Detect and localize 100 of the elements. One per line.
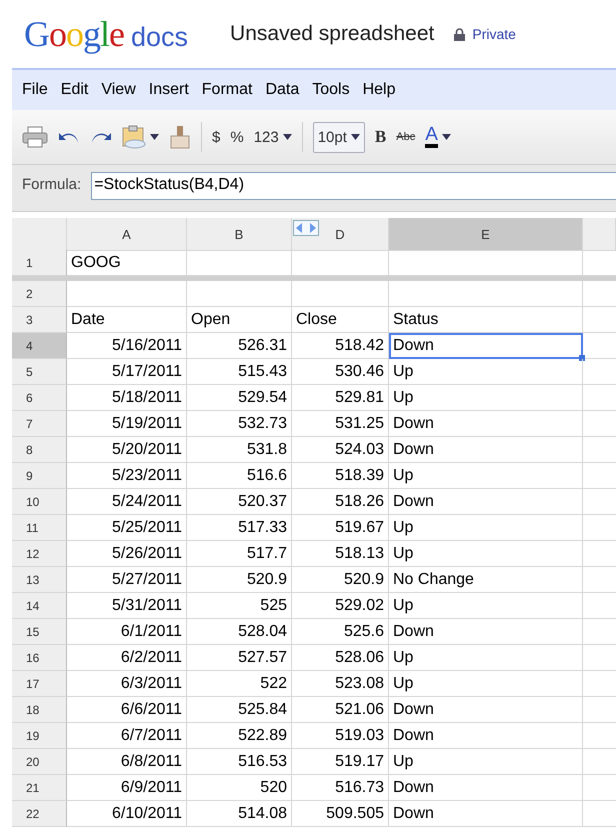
table-cell[interactable]: 525.6 xyxy=(292,619,389,645)
table-cell[interactable]: 523.08 xyxy=(292,671,389,697)
table-cell[interactable] xyxy=(67,281,187,307)
table-cell[interactable]: Open xyxy=(187,307,292,333)
row-header[interactable]: 10 xyxy=(12,489,67,515)
table-cell[interactable]: 520.9 xyxy=(292,567,389,593)
column-header[interactable]: B xyxy=(187,218,292,251)
table-cell[interactable]: Down xyxy=(389,801,583,827)
table-cell[interactable]: 529.81 xyxy=(292,385,389,411)
table-cell[interactable]: 530.46 xyxy=(292,359,389,385)
table-cell[interactable]: 5/18/2011 xyxy=(67,385,187,411)
table-cell[interactable]: Date xyxy=(67,307,187,333)
percent-button[interactable]: % xyxy=(230,128,244,146)
table-cell[interactable]: 6/3/2011 xyxy=(67,671,187,697)
table-cell[interactable]: Down xyxy=(389,619,583,645)
document-title[interactable]: Unsaved spreadsheet xyxy=(230,22,434,46)
table-cell[interactable]: 531.8 xyxy=(187,437,292,463)
table-cell[interactable]: 518.42 xyxy=(292,333,389,359)
table-cell[interactable]: Up xyxy=(389,593,583,619)
table-cell[interactable]: 522 xyxy=(187,671,292,697)
table-cell[interactable]: 514.08 xyxy=(187,801,292,827)
row-header[interactable]: 12 xyxy=(12,541,67,567)
fill-handle[interactable] xyxy=(579,355,585,361)
table-cell[interactable]: 526.31 xyxy=(187,333,292,359)
row-header[interactable]: 22 xyxy=(12,801,67,827)
row-header[interactable]: 5 xyxy=(12,359,67,385)
table-cell[interactable]: 516.73 xyxy=(292,775,389,801)
table-cell[interactable]: 525.84 xyxy=(187,697,292,723)
table-cell[interactable]: 520 xyxy=(187,775,292,801)
row-header[interactable]: 7 xyxy=(12,411,67,437)
table-cell[interactable]: Down xyxy=(389,411,583,437)
row-header[interactable]: 20 xyxy=(12,749,67,775)
row-header[interactable]: 8 xyxy=(12,437,67,463)
table-cell[interactable]: 6/7/2011 xyxy=(67,723,187,749)
row-header[interactable]: 21 xyxy=(12,775,67,801)
table-cell[interactable]: 515.43 xyxy=(187,359,292,385)
table-cell[interactable]: 5/25/2011 xyxy=(67,515,187,541)
row-header[interactable]: 6 xyxy=(12,385,67,411)
row-header[interactable]: 1 xyxy=(12,250,67,276)
column-header[interactable] xyxy=(583,218,616,251)
table-cell[interactable]: Up xyxy=(389,385,583,411)
strikethrough-button[interactable]: Abc xyxy=(396,131,416,143)
table-cell[interactable]: Up xyxy=(389,515,583,541)
table-cell[interactable]: 528.06 xyxy=(292,645,389,671)
menu-item[interactable]: Tools xyxy=(312,81,363,99)
row-header[interactable]: 11 xyxy=(12,515,67,541)
table-cell[interactable]: 5/24/2011 xyxy=(67,489,187,515)
table-cell[interactable]: 518.39 xyxy=(292,463,389,489)
table-cell[interactable]: 520.37 xyxy=(187,489,292,515)
column-header[interactable]: D xyxy=(292,218,389,251)
row-header[interactable]: 15 xyxy=(12,619,67,645)
row-header[interactable]: 9 xyxy=(12,463,67,489)
table-cell[interactable]: 529.54 xyxy=(187,385,292,411)
table-cell[interactable]: 6/1/2011 xyxy=(67,619,187,645)
table-cell[interactable]: Down xyxy=(389,697,583,723)
table-cell[interactable]: 531.25 xyxy=(292,411,389,437)
corner-header[interactable] xyxy=(12,218,67,251)
text-color-button[interactable]: A xyxy=(425,126,451,148)
column-header[interactable]: A xyxy=(67,218,187,251)
table-cell[interactable]: 518.13 xyxy=(292,541,389,567)
table-cell[interactable]: 516.6 xyxy=(187,463,292,489)
column-header[interactable]: E xyxy=(389,218,583,251)
table-cell[interactable]: Down xyxy=(389,437,583,463)
table-cell[interactable]: Up xyxy=(389,463,583,489)
table-cell[interactable]: 532.73 xyxy=(187,411,292,437)
privacy-link[interactable]: Private xyxy=(472,26,516,42)
row-header[interactable]: 14 xyxy=(12,593,67,619)
table-cell[interactable]: Down xyxy=(389,489,583,515)
table-cell[interactable]: 5/17/2011 xyxy=(67,359,187,385)
print-icon[interactable] xyxy=(22,126,48,148)
table-cell[interactable]: 525 xyxy=(187,593,292,619)
table-cell[interactable]: 527.57 xyxy=(187,645,292,671)
table-cell[interactable]: Up xyxy=(389,359,583,385)
table-cell[interactable]: 5/26/2011 xyxy=(67,541,187,567)
menu-item[interactable]: Insert xyxy=(148,81,202,99)
paste-button[interactable] xyxy=(122,125,159,149)
table-cell[interactable]: 519.03 xyxy=(292,723,389,749)
table-cell[interactable]: Down xyxy=(389,333,583,359)
row-header[interactable]: 13 xyxy=(12,567,67,593)
column-expand-icon[interactable] xyxy=(293,220,319,236)
paint-format-icon[interactable] xyxy=(169,125,191,149)
table-cell[interactable]: No Change xyxy=(389,567,583,593)
freeze-bar[interactable] xyxy=(12,276,616,281)
currency-button[interactable]: $ xyxy=(212,128,220,146)
number-format-button[interactable]: 123 xyxy=(254,128,292,146)
table-cell[interactable]: 509.505 xyxy=(292,801,389,827)
menu-item[interactable]: Edit xyxy=(60,81,102,99)
row-header[interactable]: 3 xyxy=(12,307,67,333)
table-cell[interactable]: Down xyxy=(389,775,583,801)
table-cell[interactable]: 6/2/2011 xyxy=(67,645,187,671)
table-cell[interactable]: Down xyxy=(389,723,583,749)
table-cell[interactable] xyxy=(389,281,583,307)
table-cell[interactable]: Status xyxy=(389,307,583,333)
menu-item[interactable]: Help xyxy=(362,81,408,99)
table-cell[interactable]: 517.33 xyxy=(187,515,292,541)
menu-item[interactable]: File xyxy=(22,81,61,99)
table-cell[interactable]: 5/16/2011 xyxy=(67,333,187,359)
row-header[interactable]: 19 xyxy=(12,723,67,749)
table-cell[interactable]: 5/23/2011 xyxy=(67,463,187,489)
menu-item[interactable]: Format xyxy=(202,81,266,99)
